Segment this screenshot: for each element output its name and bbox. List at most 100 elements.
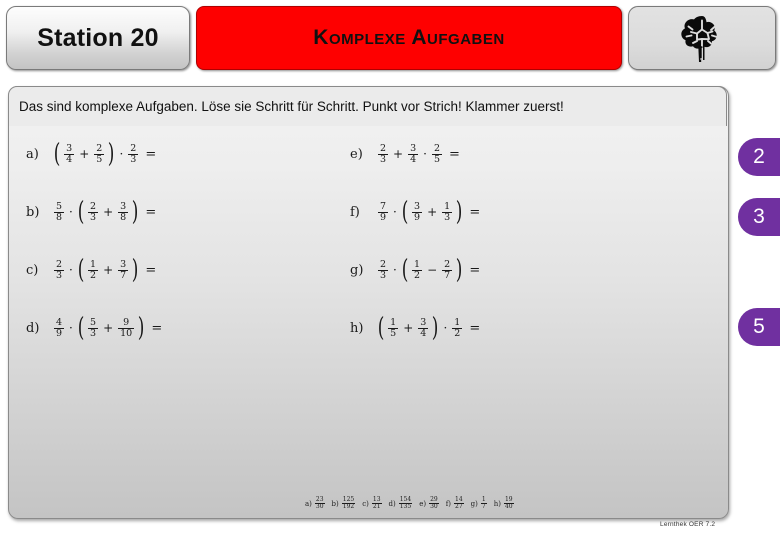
exercise-label: g) bbox=[350, 262, 364, 278]
fraction-denominator: 8 bbox=[54, 211, 65, 223]
equals-sign: = bbox=[151, 320, 163, 336]
fraction-denominator: 5 bbox=[431, 153, 443, 165]
fraction-denominator: 5 bbox=[94, 153, 105, 165]
fraction-denominator: 3 bbox=[54, 269, 65, 281]
fraction: 23 bbox=[54, 260, 65, 281]
slide-root: Station 20 Komplexe Aufgaben Das sind ko… bbox=[0, 0, 780, 540]
fraction-denominator: 9 bbox=[412, 211, 423, 223]
fraction: 38 bbox=[118, 201, 129, 223]
operator: + bbox=[427, 205, 438, 219]
brain-icon bbox=[676, 12, 728, 64]
answer-item: e) 29 30 bbox=[419, 497, 441, 510]
fraction: 23 bbox=[128, 144, 139, 165]
fraction: 15 bbox=[388, 318, 399, 338]
exercise-a: a)(3 4 +2 5) · 2 3 = bbox=[26, 141, 157, 167]
fraction: 12 bbox=[452, 317, 463, 339]
operator: · bbox=[119, 147, 124, 161]
fraction-denominator: 7 bbox=[480, 503, 487, 510]
equals-sign: = bbox=[145, 146, 157, 162]
fraction-numerator: 3 bbox=[120, 201, 127, 212]
exercise-f: f) 7 9 ·(3 9 +1 3) = bbox=[350, 197, 481, 227]
badge-value: 2 bbox=[753, 145, 765, 168]
fraction-denominator: 27 bbox=[454, 503, 464, 510]
answer-label: h) bbox=[493, 499, 501, 508]
fraction-numerator: 3 bbox=[66, 143, 73, 154]
fraction-denominator: 3 bbox=[128, 153, 139, 165]
operator: · bbox=[443, 321, 448, 335]
fraction: 12 bbox=[88, 259, 99, 280]
equals-sign: = bbox=[145, 262, 157, 278]
operator: · bbox=[393, 205, 397, 219]
badge-2[interactable]: 3 bbox=[738, 198, 780, 236]
fraction: 49 bbox=[54, 318, 65, 339]
fraction-denominator: 135 bbox=[398, 503, 413, 510]
footer-credit: Lernthek OER 7.2 bbox=[660, 521, 716, 528]
fraction-denominator: 3 bbox=[378, 269, 389, 281]
fraction: 25 bbox=[431, 144, 443, 165]
exercise-label: c) bbox=[26, 262, 39, 278]
fraction: 39 bbox=[412, 202, 423, 223]
fraction-denominator: 7 bbox=[118, 269, 129, 281]
exercise-label: e) bbox=[350, 146, 363, 162]
page-title: Komplexe Aufgaben bbox=[313, 26, 505, 49]
operator: + bbox=[103, 263, 114, 277]
fraction-denominator: 3 bbox=[378, 153, 389, 165]
fraction-denominator: 3 bbox=[88, 211, 99, 223]
fraction-numerator: 1 bbox=[414, 259, 421, 270]
answer-fraction: 17 bbox=[480, 497, 487, 510]
answer-fraction: 125 192 bbox=[341, 497, 356, 510]
fraction-denominator: 7 bbox=[442, 269, 453, 281]
fraction: 23 bbox=[378, 259, 389, 281]
station-label: Station 20 bbox=[37, 23, 159, 52]
answer-item: a) 23 30 bbox=[305, 497, 327, 510]
fraction-numerator: 3 bbox=[420, 317, 427, 328]
operator: · bbox=[69, 321, 73, 335]
fraction-numerator: 3 bbox=[120, 259, 127, 270]
fraction-numerator: 2 bbox=[380, 143, 387, 154]
fraction-denominator: 30 bbox=[429, 503, 439, 510]
answer-item: h) 19 40 bbox=[494, 497, 516, 510]
answer-fraction: 23 30 bbox=[314, 497, 325, 510]
fraction-denominator: 3 bbox=[442, 211, 453, 223]
fraction-denominator: 3 bbox=[88, 327, 99, 339]
fraction: 9 10 bbox=[118, 317, 135, 338]
fraction-numerator: 2 bbox=[96, 143, 103, 154]
answer-fraction: 14 27 bbox=[454, 497, 464, 510]
operator: + bbox=[103, 205, 114, 219]
badge-1[interactable]: 2 bbox=[738, 138, 780, 176]
fraction-denominator: 40 bbox=[503, 503, 514, 510]
answer-label: a) bbox=[305, 499, 312, 508]
station-button[interactable]: Station 20 bbox=[6, 6, 190, 70]
brain-button[interactable] bbox=[628, 6, 776, 70]
instruction-bar: Das sind komplexe Aufgaben. Löse sie Sch… bbox=[8, 86, 727, 126]
fraction-denominator: 8 bbox=[118, 211, 129, 223]
exercise-e: e) 2 3 +3 4 · 2 5 = bbox=[350, 144, 460, 164]
fraction-denominator: 4 bbox=[408, 153, 419, 165]
fraction-numerator: 1 bbox=[454, 317, 461, 328]
operator: · bbox=[393, 263, 397, 277]
fraction-denominator: 21 bbox=[371, 503, 382, 510]
equals-sign: = bbox=[469, 204, 481, 220]
answer-label: g) bbox=[470, 499, 478, 508]
fraction-denominator: 9 bbox=[54, 327, 65, 339]
operator: − bbox=[427, 263, 438, 277]
title-banner[interactable]: Komplexe Aufgaben bbox=[196, 6, 622, 70]
expression: (1 5 +3 4) · 1 2 = bbox=[377, 313, 481, 343]
answer-fraction: 19 40 bbox=[503, 497, 514, 510]
answer-label: f) bbox=[445, 499, 452, 508]
exercise-b: b) 5 8 ·(2 3 +3 8) = bbox=[26, 197, 157, 227]
expression: 5 8 ·(2 3 +3 8) = bbox=[54, 197, 157, 227]
fraction: 37 bbox=[118, 259, 129, 281]
operator: + bbox=[393, 147, 404, 161]
expression: 7 9 ·(3 9 +1 3) = bbox=[378, 197, 481, 227]
fraction: 34 bbox=[418, 317, 429, 338]
equals-sign: = bbox=[449, 146, 460, 162]
fraction-numerator: 2 bbox=[380, 259, 387, 270]
operator: + bbox=[103, 321, 114, 335]
fraction-numerator: 9 bbox=[123, 317, 130, 328]
fraction-numerator: 1 bbox=[444, 201, 451, 212]
fraction-denominator: 2 bbox=[452, 327, 463, 339]
exercise-label: h) bbox=[350, 320, 364, 336]
badge-3[interactable]: 5 bbox=[738, 308, 780, 346]
fraction-numerator: 1 bbox=[90, 259, 97, 270]
